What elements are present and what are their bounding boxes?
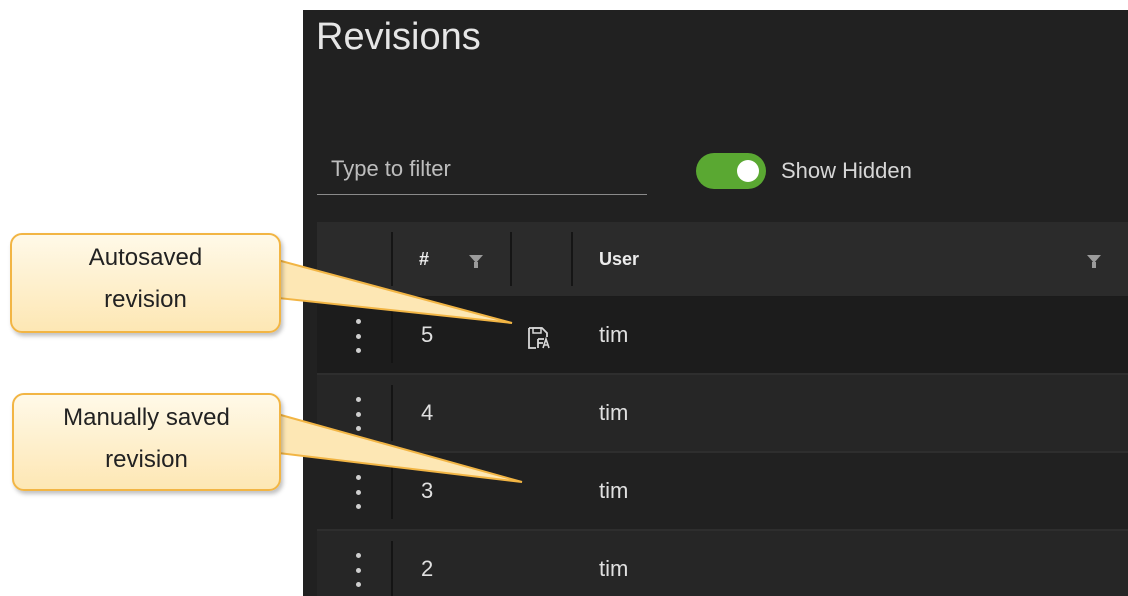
column-header-user[interactable]: User xyxy=(599,222,639,296)
kebab-menu-icon[interactable] xyxy=(355,397,361,431)
revisions-table: # User 5 tim 4 tim 3 tim 2 tim xyxy=(317,222,1128,596)
callout-autosaved: Autosaved revision xyxy=(10,233,281,333)
toggle-knob xyxy=(737,160,759,182)
table-row[interactable]: 3 tim xyxy=(317,453,1128,531)
callout-manual: Manually saved revision xyxy=(12,393,281,491)
show-hidden-toggle[interactable] xyxy=(696,153,766,189)
revision-number: 4 xyxy=(421,400,434,425)
funnel-icon[interactable] xyxy=(469,222,483,296)
revision-number: 2 xyxy=(421,556,434,581)
revision-user: tim xyxy=(599,322,629,347)
table-row[interactable]: 5 tim xyxy=(317,297,1128,375)
column-separator[interactable] xyxy=(391,232,393,286)
filter-field[interactable] xyxy=(317,150,661,195)
column-header-number-label: # xyxy=(419,248,430,269)
revision-user: tim xyxy=(599,400,629,425)
show-hidden-label: Show Hidden xyxy=(781,158,912,183)
callout-autosaved-line1: Autosaved xyxy=(88,244,203,271)
revision-number: 5 xyxy=(421,322,434,347)
callout-autosaved-line2: revision xyxy=(104,286,187,313)
column-separator[interactable] xyxy=(571,232,573,286)
callout-manual-line2: revision xyxy=(105,446,188,473)
callout-manual-line1: Manually saved xyxy=(63,404,230,431)
table-header: # User xyxy=(317,222,1128,297)
revision-user: tim xyxy=(599,556,629,581)
kebab-menu-icon[interactable] xyxy=(355,475,361,509)
kebab-menu-icon[interactable] xyxy=(355,553,361,587)
column-header-user-label: User xyxy=(599,248,640,269)
table-row[interactable]: 4 tim xyxy=(317,375,1128,453)
kebab-menu-icon[interactable] xyxy=(355,319,361,353)
column-header-number[interactable]: # xyxy=(419,222,429,296)
column-separator[interactable] xyxy=(510,232,512,286)
funnel-icon[interactable] xyxy=(1087,222,1101,296)
autosave-icon xyxy=(528,327,550,349)
page-title: Revisions xyxy=(316,16,481,58)
revision-user: tim xyxy=(599,478,629,503)
revision-number: 3 xyxy=(421,478,434,503)
table-row[interactable]: 2 tim xyxy=(317,531,1128,596)
revisions-panel: Revisions Show Hidden # User xyxy=(303,10,1128,596)
show-hidden-control[interactable]: Show Hidden xyxy=(696,153,912,189)
filter-input[interactable] xyxy=(317,150,661,182)
